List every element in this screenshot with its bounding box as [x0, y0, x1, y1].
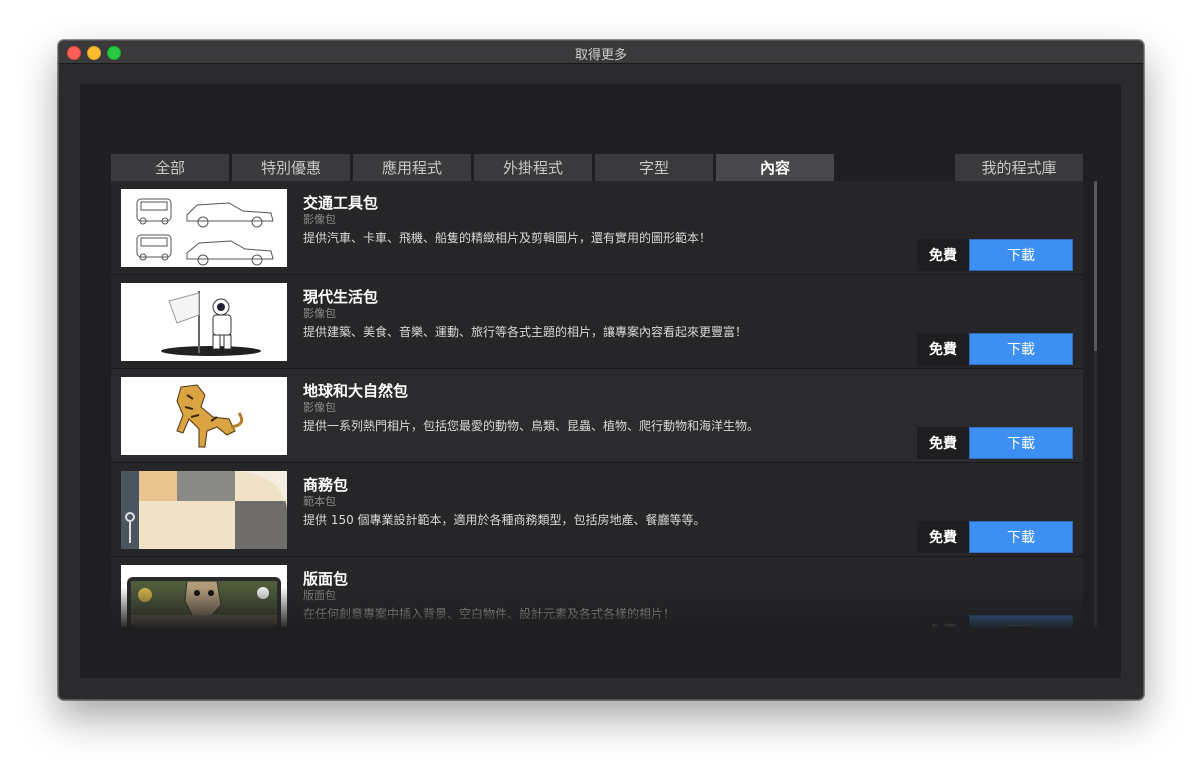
item-subtitle: 影像包 [303, 307, 336, 320]
tab-plugins[interactable]: 外掛程式 [474, 154, 592, 181]
list-item: 版面包 版面包 在任何創意專案中插入背景、空白物件、設計元素及各式各樣的相片！ … [111, 557, 1083, 627]
item-title: 地球和大自然包 [303, 382, 409, 400]
cars-icon [121, 189, 287, 267]
tab-all[interactable]: 全部 [111, 154, 229, 181]
tiger-icon [121, 377, 287, 455]
price-label: 免費 [917, 427, 969, 459]
item-subtitle: 影像包 [303, 213, 336, 226]
price-label: 免費 [917, 521, 969, 553]
item-description: 提供一系列熱門相片，包括您最愛的動物、鳥類、昆蟲、植物、爬行動物和海洋生物。 [303, 419, 760, 433]
download-button[interactable]: 下載 [969, 239, 1073, 271]
title-bar: 取得更多 [59, 41, 1143, 64]
item-title: 交通工具包 [303, 194, 379, 212]
app-window: 取得更多 全部 特別優惠 應用程式 外掛程式 字型 內容 我的程式庫 交通工具包… [58, 40, 1144, 700]
download-button[interactable]: 下載 [969, 521, 1073, 553]
item-title: 商務包 [303, 476, 349, 494]
list-item: 交通工具包 影像包 提供汽車、卡車、飛機、船隻的精緻相片及剪輯圖片，還有實用的圖… [111, 181, 1083, 275]
item-subtitle: 版面包 [303, 589, 336, 602]
tab-special-offers[interactable]: 特別優惠 [232, 154, 350, 181]
item-title: 現代生活包 [303, 288, 379, 306]
price-label: 免費 [917, 615, 969, 627]
tab-content[interactable]: 內容 [716, 154, 834, 181]
list-item: 地球和大自然包 影像包 提供一系列熱門相片，包括您最愛的動物、鳥類、昆蟲、植物、… [111, 369, 1083, 463]
list-item: 商務包 範本包 提供 150 個專業設計範本，適用於各種商務類型，包括房地產、餐… [111, 463, 1083, 557]
scrollbar[interactable] [1094, 181, 1097, 627]
tab-fonts[interactable]: 字型 [595, 154, 713, 181]
list-item: 現代生活包 影像包 提供建築、美食、音樂、運動、旅行等各式主題的相片，讓專案內容… [111, 275, 1083, 369]
item-description: 提供建築、美食、音樂、運動、旅行等各式主題的相片，讓專案內容看起來更豐富！ [303, 325, 748, 339]
download-button[interactable]: 下載 [969, 427, 1073, 459]
layout-dino-icon [121, 565, 287, 627]
tab-apps[interactable]: 應用程式 [353, 154, 471, 181]
business-template-icon [121, 471, 287, 549]
content-panel: 全部 特別優惠 應用程式 外掛程式 字型 內容 我的程式庫 交通工具包 影像包 … [80, 84, 1121, 678]
astronaut-icon [121, 283, 287, 361]
content-list: 交通工具包 影像包 提供汽車、卡車、飛機、船隻的精緻相片及剪輯圖片，還有實用的圖… [111, 181, 1083, 627]
tab-my-library[interactable]: 我的程式庫 [955, 154, 1083, 181]
item-subtitle: 範本包 [303, 495, 336, 508]
window-title: 取得更多 [574, 48, 627, 63]
scroll-thumb[interactable] [1094, 181, 1097, 351]
download-button[interactable]: 下載 [969, 333, 1073, 365]
item-title: 版面包 [303, 570, 349, 588]
price-label: 免費 [917, 333, 969, 365]
item-description: 在任何創意專案中插入背景、空白物件、設計元素及各式各樣的相片！ [303, 607, 676, 621]
item-description: 提供汽車、卡車、飛機、船隻的精緻相片及剪輯圖片，還有實用的圖形範本！ [303, 231, 712, 245]
price-label: 免費 [917, 239, 969, 271]
item-description: 提供 150 個專業設計範本，適用於各種商務類型，包括房地產、餐廳等等。 [303, 513, 706, 527]
download-button[interactable]: 下載 [969, 615, 1073, 627]
item-subtitle: 影像包 [303, 401, 336, 414]
